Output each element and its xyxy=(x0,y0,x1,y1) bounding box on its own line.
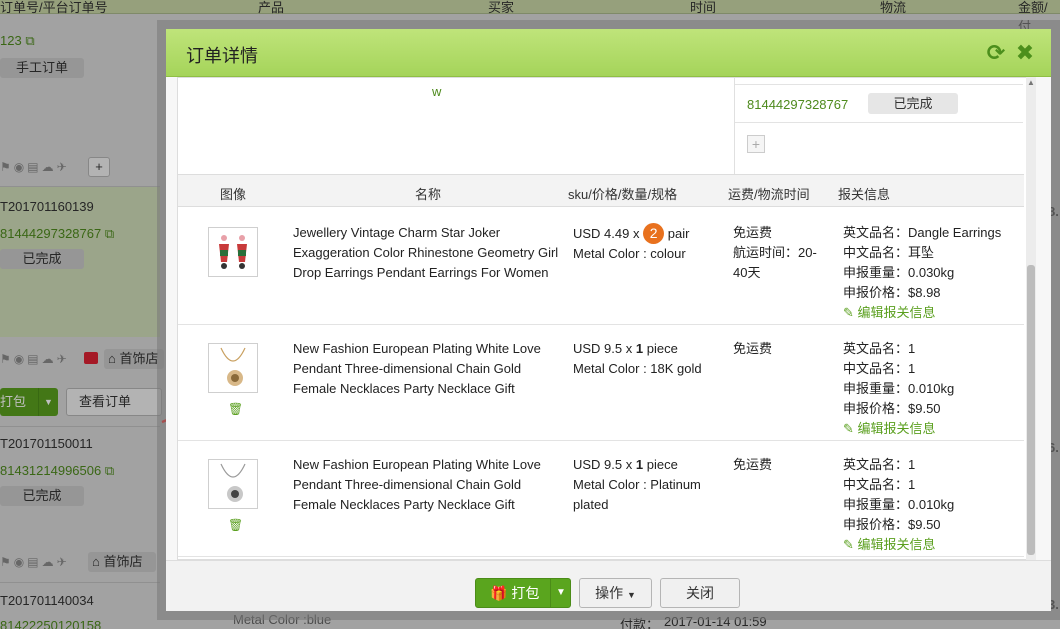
product-name: New Fashion European Plating White Love … xyxy=(293,341,541,396)
quantity-value: 1 xyxy=(635,457,644,472)
product-name: Jewellery Vintage Charm Star Joker Exagg… xyxy=(293,225,559,280)
shipping-info: 免运费 xyxy=(733,341,773,356)
caret-down-icon: ▼ xyxy=(626,590,636,600)
edit-declaration-link[interactable]: ✎ 编辑报关信息 xyxy=(843,305,936,320)
sku-info: USD 4.49 x 2 pair Metal Color : colour xyxy=(573,223,690,261)
th-sku: sku/价格/数量/规格 xyxy=(568,187,678,202)
pack-button[interactable]: 🎁 打包 ▼ xyxy=(475,578,571,608)
table-row: Jewellery Vintage Charm Star Joker Exagg… xyxy=(178,209,1024,325)
operate-dropdown-button[interactable]: 操作 ▼ xyxy=(579,578,652,608)
scroll-thumb[interactable] xyxy=(1027,265,1035,555)
th-name: 名称 xyxy=(415,187,442,202)
product-thumbnail[interactable] xyxy=(208,227,258,277)
trash-icon[interactable]: 🗑 xyxy=(228,403,243,415)
edit-declaration-link[interactable]: ✎ 编辑报关信息 xyxy=(843,537,936,552)
modal-scrollbar[interactable]: ▲ xyxy=(1026,77,1036,560)
tracking-number[interactable]: 81444297328767 xyxy=(747,97,848,112)
scroll-up-icon[interactable]: ▲ xyxy=(1027,79,1035,87)
upper-stray-text: w xyxy=(432,84,442,99)
close-button[interactable]: 关闭 xyxy=(660,578,740,608)
modal-header: 订单详情 ⟳ ✖ xyxy=(166,29,1051,77)
table-row: 🗑 New Fashion European Plating White Lov… xyxy=(178,325,1024,441)
quantity-value: 1 xyxy=(635,341,644,356)
shipping-info: 免运费 航运时间：20-40天 xyxy=(733,225,817,280)
status-badge: 已完成 xyxy=(868,93,958,114)
spec-text: Metal Color : 18K gold xyxy=(573,361,702,376)
declaration-info: 英文品名：1 中文品名：1 申报重量：0.010kg 申报价格：$9.50 ✎ … xyxy=(843,457,955,552)
logistics-panel: 81444297328767 已完成 + xyxy=(734,78,1023,174)
spec-text: Metal Color : Platinum plated xyxy=(573,477,701,512)
earrings-image xyxy=(219,235,247,269)
gift-icon: 🎁 xyxy=(490,585,508,601)
order-detail-modal: 订单详情 ⟳ ✖ w 81444297328767 已完成 + 图像 名称 sk… xyxy=(157,20,1060,620)
sku-info: USD 9.5 x 1 piece Metal Color : 18K gold xyxy=(573,341,702,376)
th-declaration: 报关信息 xyxy=(838,187,891,202)
quantity-badge: 2 xyxy=(643,223,665,244)
refresh-icon[interactable]: ⟳ xyxy=(984,41,1008,65)
sku-info: USD 9.5 x 1 piece Metal Color : Platinum… xyxy=(573,457,701,512)
add-icon[interactable]: + xyxy=(747,135,765,153)
product-name: New Fashion European Plating White Love … xyxy=(293,457,541,512)
edit-icon: ✎ xyxy=(843,537,854,552)
th-image: 图像 xyxy=(220,187,247,202)
declaration-info: 英文品名：Dangle Earrings 中文品名：耳坠 申报重量：0.030k… xyxy=(843,225,1002,320)
modal-footer: 🎁 打包 ▼ 操作 ▼ 关闭 xyxy=(166,560,1051,611)
necklace-platinum-image xyxy=(220,463,246,502)
modal-content: w 81444297328767 已完成 + 图像 名称 sku/价格/数量/规… xyxy=(177,77,1033,560)
th-shipping: 运费/物流时间 xyxy=(728,187,810,202)
edit-icon: ✎ xyxy=(843,421,854,436)
product-thumbnail[interactable] xyxy=(208,459,258,509)
trash-icon[interactable]: 🗑 xyxy=(228,519,243,531)
modal-title: 订单详情 xyxy=(186,46,258,66)
necklace-gold-image xyxy=(220,347,246,386)
chevron-down-icon[interactable]: ▼ xyxy=(550,579,571,607)
product-thumbnail[interactable] xyxy=(208,343,258,393)
edit-declaration-link[interactable]: ✎ 编辑报关信息 xyxy=(843,421,936,436)
spec-text: Metal Color : colour xyxy=(573,246,686,261)
table-row: 🗑 New Fashion European Plating White Lov… xyxy=(178,441,1024,557)
shipping-info: 免运费 xyxy=(733,457,773,472)
edit-icon: ✎ xyxy=(843,305,854,320)
close-icon[interactable]: ✖ xyxy=(1013,41,1037,65)
declaration-info: 英文品名：1 中文品名：1 申报重量：0.010kg 申报价格：$9.50 ✎ … xyxy=(843,341,955,436)
items-table-header: 图像 名称 sku/价格/数量/规格 运费/物流时间 报关信息 xyxy=(178,174,1024,207)
